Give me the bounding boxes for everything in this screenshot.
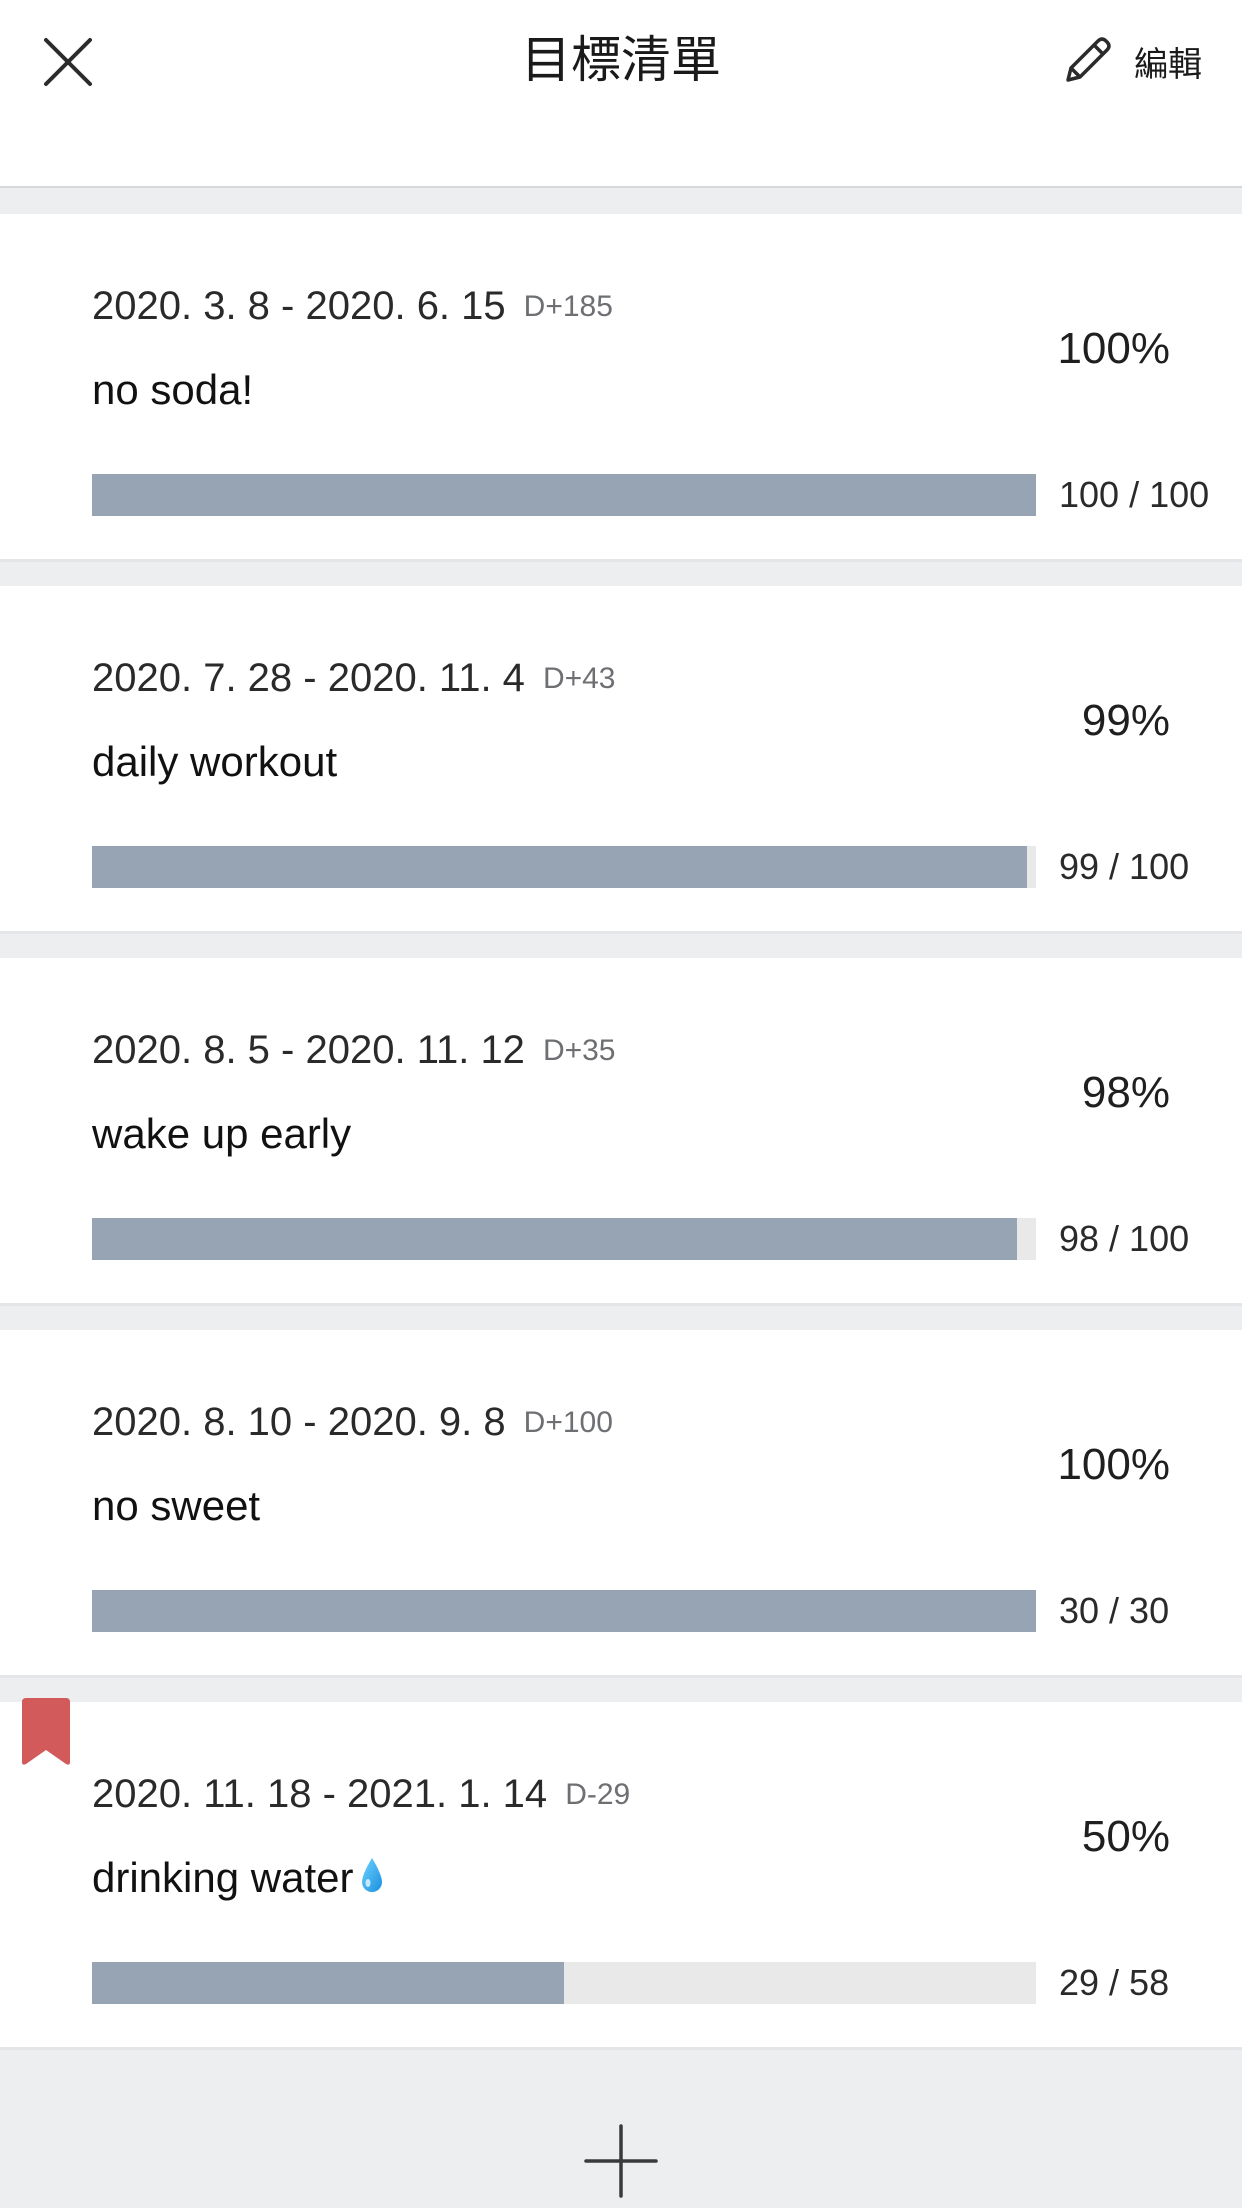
goal-percent: 50% xyxy=(1081,1812,1170,1861)
progress-fill xyxy=(92,1590,1036,1632)
goal-dday: D+185 xyxy=(523,290,613,323)
progress-bar xyxy=(92,1218,1036,1260)
goal-title: no soda! xyxy=(92,366,254,413)
goal-date-range: 2020. 11. 18 - 2021. 1. 14 D-29 xyxy=(92,1770,630,1819)
goal-dday: D+35 xyxy=(542,1034,616,1067)
goal-title-row: drinking water xyxy=(92,1852,385,1904)
goal-percent: 100% xyxy=(1057,1440,1170,1489)
progress-fill xyxy=(92,474,1036,516)
goal-dates: 2020. 3. 8 - 2020. 6. 15 xyxy=(92,284,506,328)
goal-dday: D+100 xyxy=(523,1406,613,1439)
goal-percent: 98% xyxy=(1081,1068,1170,1117)
goal-dates: 2020. 8. 10 - 2020. 9. 8 xyxy=(92,1400,506,1444)
add-goal-button[interactable] xyxy=(582,2122,660,2200)
goal-dday: D-29 xyxy=(565,1778,631,1811)
goal-card[interactable]: 2020. 8. 10 - 2020. 9. 8 D+100 no sweet 1… xyxy=(0,1330,1242,1678)
goal-count: 29 / 58 xyxy=(1059,1962,1170,2003)
goal-dates: 2020. 11. 18 - 2021. 1. 14 xyxy=(92,1772,548,1816)
goal-dates: 2020. 8. 5 - 2020. 11. 12 xyxy=(92,1028,525,1072)
goal-count: 98 / 100 xyxy=(1059,1218,1190,1259)
water-drop-icon xyxy=(359,1856,385,1896)
progress-bar xyxy=(92,846,1036,888)
goal-card[interactable]: 2020. 7. 28 - 2020. 11. 4 D+43 daily work… xyxy=(0,586,1242,934)
goal-count: 100 / 100 xyxy=(1059,474,1210,515)
edit-button[interactable]: 編輯 xyxy=(1056,26,1202,96)
progress-fill xyxy=(92,846,1027,888)
goal-title: wake up early xyxy=(92,1110,352,1157)
goal-date-range: 2020. 7. 28 - 2020. 11. 4 D+43 xyxy=(92,654,616,703)
progress-fill xyxy=(92,1962,564,2004)
goal-card[interactable]: 2020. 8. 5 - 2020. 11. 12 D+35 wake up ea… xyxy=(0,958,1242,1306)
goal-card[interactable]: 2020. 3. 8 - 2020. 6. 15 D+185 no soda! 1… xyxy=(0,214,1242,562)
goal-date-range: 2020. 8. 10 - 2020. 9. 8 D+100 xyxy=(92,1398,613,1447)
goal-percent: 100% xyxy=(1057,324,1170,373)
pencil-icon xyxy=(1056,30,1118,92)
edit-label: 編輯 xyxy=(1134,44,1202,85)
progress-bar xyxy=(92,1590,1036,1632)
goal-percent: 99% xyxy=(1081,696,1170,745)
goal-dday: D+43 xyxy=(542,662,616,695)
goal-title: drinking water xyxy=(92,1854,354,1901)
goal-date-range: 2020. 3. 8 - 2020. 6. 15 D+185 xyxy=(92,282,613,331)
goal-date-range: 2020. 8. 5 - 2020. 11. 12 D+35 xyxy=(92,1026,616,1075)
bookmark-icon xyxy=(18,1698,74,1768)
goal-count: 99 / 100 xyxy=(1059,846,1190,887)
goal-dates: 2020. 7. 28 - 2020. 11. 4 xyxy=(92,656,525,700)
goal-card[interactable]: 2020. 11. 18 - 2021. 1. 14 D-29 drinking … xyxy=(0,1698,1242,2050)
goal-title: no sweet xyxy=(92,1482,261,1529)
progress-fill xyxy=(92,1218,1018,1260)
progress-bar xyxy=(92,1962,1036,2004)
top-bar: 目標清單 編輯 xyxy=(0,0,1242,188)
goal-title: daily workout xyxy=(92,738,338,785)
progress-bar xyxy=(92,474,1036,516)
goal-count: 30 / 30 xyxy=(1059,1590,1170,1631)
plus-icon xyxy=(584,2124,658,2198)
